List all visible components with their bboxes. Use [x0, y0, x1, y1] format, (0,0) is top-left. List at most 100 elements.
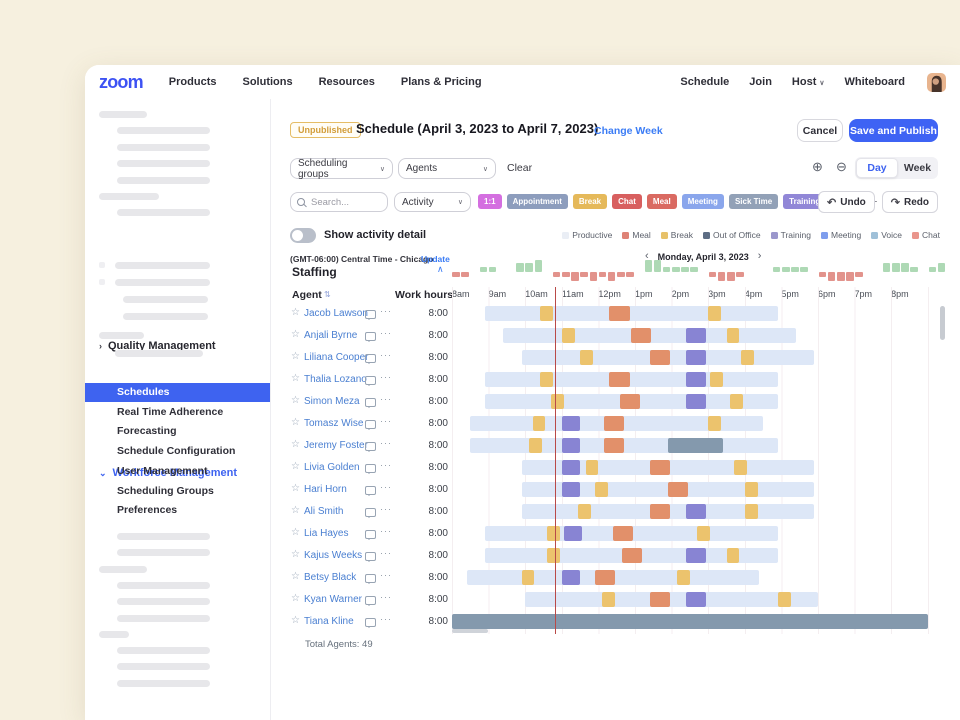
- activity-segment-break[interactable]: [677, 570, 690, 585]
- star-icon[interactable]: ☆: [291, 505, 300, 516]
- activity-segment-meal[interactable]: [650, 504, 670, 519]
- agent-name-link[interactable]: Liliana Cooper: [304, 352, 369, 363]
- agent-name-link[interactable]: Jeremy Foster: [304, 440, 368, 451]
- scheduling-groups-select[interactable]: Scheduling groups∨: [290, 158, 393, 179]
- row-menu-icon[interactable]: ···: [380, 372, 392, 382]
- chat-bubble-icon[interactable]: [365, 332, 376, 341]
- star-icon[interactable]: ☆: [291, 439, 300, 450]
- undo-button[interactable]: ↶Undo: [818, 191, 875, 213]
- zoom-out-icon[interactable]: ⊖: [836, 159, 847, 175]
- chat-bubble-icon[interactable]: [365, 398, 376, 407]
- activity-segment-training[interactable]: [686, 394, 706, 409]
- agent-name-link[interactable]: Hari Horn: [304, 484, 347, 495]
- activity-segment-break[interactable]: [547, 526, 560, 541]
- sidebar-item-forecasting[interactable]: Forecasting: [85, 422, 270, 441]
- activity-segment-break[interactable]: [551, 394, 564, 409]
- activity-segment-break[interactable]: [562, 328, 575, 343]
- staffing-collapse-icon[interactable]: ∧: [437, 264, 444, 275]
- star-icon[interactable]: ☆: [291, 461, 300, 472]
- activity-segment-training[interactable]: [686, 350, 706, 365]
- row-menu-icon[interactable]: ···: [380, 460, 392, 470]
- activity-segment-off[interactable]: [452, 614, 928, 629]
- agent-name-link[interactable]: Simon Meza: [304, 396, 360, 407]
- chat-bubble-icon[interactable]: [365, 574, 376, 583]
- activity-segment-break[interactable]: [710, 372, 723, 387]
- row-menu-icon[interactable]: ···: [380, 614, 392, 624]
- activity-segment-break[interactable]: [529, 438, 542, 453]
- chat-bubble-icon[interactable]: [365, 354, 376, 363]
- chat-bubble-icon[interactable]: [365, 596, 376, 605]
- nav-item-plans-pricing[interactable]: Plans & Pricing: [401, 76, 482, 88]
- shift-bar[interactable]: [525, 592, 818, 607]
- row-menu-icon[interactable]: ···: [380, 328, 392, 338]
- activity-segment-meal[interactable]: [604, 416, 624, 431]
- nav-item-host[interactable]: Host∨: [792, 76, 825, 88]
- agent-name-link[interactable]: Lia Hayes: [304, 528, 348, 539]
- activity-segment-meal[interactable]: [609, 372, 629, 387]
- row-menu-icon[interactable]: ···: [380, 504, 392, 514]
- activity-segment-meal[interactable]: [604, 438, 624, 453]
- activity-segment-break[interactable]: [734, 460, 747, 475]
- star-icon[interactable]: ☆: [291, 395, 300, 406]
- chat-bubble-icon[interactable]: [365, 552, 376, 561]
- sidebar-item-preferences[interactable]: Preferences: [85, 501, 270, 520]
- chat-bubble-icon[interactable]: [365, 464, 376, 473]
- sort-icon[interactable]: ⇅: [324, 290, 331, 299]
- activity-segment-break[interactable]: [595, 482, 608, 497]
- clear-filters-link[interactable]: Clear: [507, 162, 532, 174]
- activity-segment-meal[interactable]: [609, 306, 629, 321]
- activity-segment-training[interactable]: [562, 416, 580, 431]
- nav-item-join[interactable]: Join: [749, 76, 772, 88]
- activity-segment-meal[interactable]: [650, 350, 670, 365]
- vertical-scrollbar[interactable]: [940, 306, 945, 340]
- zoom-in-icon[interactable]: ⊕: [812, 159, 823, 175]
- activity-segment-training[interactable]: [562, 570, 580, 585]
- activity-segment-break[interactable]: [580, 350, 593, 365]
- activity-segment-break[interactable]: [727, 328, 740, 343]
- star-icon[interactable]: ☆: [291, 373, 300, 384]
- activity-segment-training[interactable]: [686, 548, 706, 563]
- activity-segment-meal[interactable]: [622, 548, 642, 563]
- activity-segment-break[interactable]: [540, 306, 553, 321]
- agent-name-link[interactable]: Jacob Lawson: [304, 308, 368, 319]
- star-icon[interactable]: ☆: [291, 483, 300, 494]
- activity-segment-break[interactable]: [727, 548, 740, 563]
- agent-name-link[interactable]: Livia Golden: [304, 462, 360, 473]
- activity-segment-meal[interactable]: [613, 526, 633, 541]
- sidebar-item-user-management[interactable]: User Management: [85, 462, 270, 481]
- nav-item-resources[interactable]: Resources: [319, 76, 375, 88]
- activity-segment-training[interactable]: [686, 328, 706, 343]
- star-icon[interactable]: ☆: [291, 417, 300, 428]
- agent-name-link[interactable]: Thalia Lozano: [304, 374, 367, 385]
- activity-segment-break[interactable]: [540, 372, 553, 387]
- activity-segment-break[interactable]: [578, 504, 591, 519]
- chat-bubble-icon[interactable]: [365, 376, 376, 385]
- nav-item-whiteboard[interactable]: Whiteboard: [845, 76, 906, 88]
- cancel-button[interactable]: Cancel: [797, 119, 843, 142]
- user-avatar[interactable]: [927, 73, 946, 92]
- show-activity-detail-toggle[interactable]: [290, 228, 316, 243]
- nav-item-products[interactable]: Products: [169, 76, 217, 88]
- activity-segment-meal[interactable]: [620, 394, 640, 409]
- star-icon[interactable]: ☆: [291, 593, 300, 604]
- agent-column-header[interactable]: Agent: [292, 289, 322, 301]
- row-menu-icon[interactable]: ···: [380, 394, 392, 404]
- row-menu-icon[interactable]: ···: [380, 526, 392, 536]
- activity-segment-training[interactable]: [562, 482, 580, 497]
- nav-item-solutions[interactable]: Solutions: [242, 76, 292, 88]
- day-tab[interactable]: Day: [856, 158, 898, 178]
- activity-segment-break[interactable]: [778, 592, 791, 607]
- chat-bubble-icon[interactable]: [365, 486, 376, 495]
- activity-segment-break[interactable]: [741, 350, 754, 365]
- sidebar-item-scheduling-groups[interactable]: Scheduling Groups: [85, 482, 270, 501]
- row-menu-icon[interactable]: ···: [380, 592, 392, 602]
- activity-segment-meal[interactable]: [631, 328, 651, 343]
- chat-bubble-icon[interactable]: [365, 310, 376, 319]
- activity-segment-break[interactable]: [745, 482, 758, 497]
- agent-name-link[interactable]: Kyan Warner: [304, 594, 362, 605]
- sidebar-item-schedule-configuration[interactable]: Schedule Configuration: [85, 442, 270, 461]
- shift-bar[interactable]: [485, 372, 778, 387]
- agent-name-link[interactable]: Tiana Kline: [304, 616, 354, 627]
- activity-segment-meal[interactable]: [650, 592, 670, 607]
- chat-bubble-icon[interactable]: [365, 442, 376, 451]
